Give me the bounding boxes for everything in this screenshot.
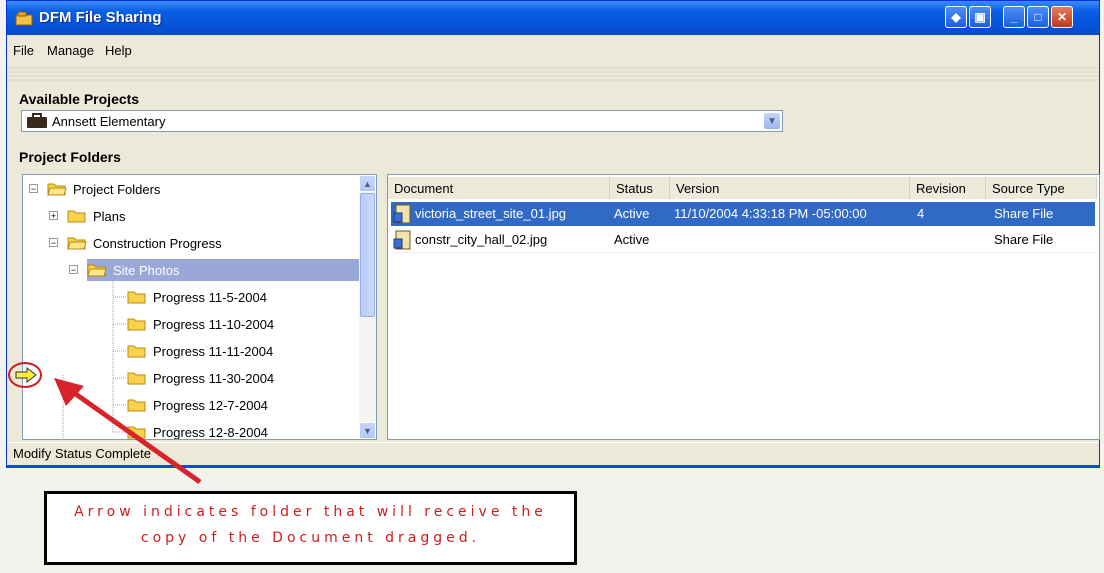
column-header-status[interactable]: Status	[610, 177, 670, 199]
menu-file[interactable]: File	[13, 43, 34, 58]
document-status: Active	[614, 232, 650, 247]
window-title: DFM File Sharing	[39, 9, 162, 26]
available-projects-label: Available Projects	[19, 91, 140, 107]
menu-help[interactable]: Help	[105, 43, 132, 58]
document-source-type: Share File	[994, 206, 1054, 221]
document-version: 11/10/2004 4:33:18 PM -05:00:00	[674, 206, 867, 221]
project-select-value: Annsett Elementary	[52, 114, 166, 129]
document-icon	[393, 204, 411, 224]
maximize-button[interactable]: □	[1027, 6, 1049, 28]
briefcase-icon	[27, 113, 47, 128]
document-icon	[393, 230, 411, 250]
document-source-type: Share File	[994, 232, 1054, 247]
menu-bar: File Manage Help	[7, 35, 1099, 65]
toolbar-stripe	[7, 65, 1099, 81]
column-header-document[interactable]: Document	[388, 177, 610, 199]
document-name: victoria_street_site_01.jpg	[415, 206, 567, 221]
title-bar[interactable]: DFM File Sharing ◆ ▣ _ □ ✕	[7, 1, 1099, 35]
project-select[interactable]: Annsett Elementary ▼	[21, 110, 783, 132]
annotation-callout: Arrow indicates folder that will receive…	[44, 491, 577, 565]
scroll-down-icon[interactable]: ▼	[359, 422, 376, 439]
dock-button[interactable]: ▣	[969, 6, 991, 28]
document-row[interactable]: victoria_street_site_01.jpg Active 11/10…	[391, 202, 1095, 226]
drop-target-arrow-icon	[15, 367, 37, 383]
scroll-up-icon[interactable]: ▲	[359, 175, 376, 192]
callout-line-2: copy of the Document dragged.	[140, 530, 481, 546]
scroll-thumb[interactable]	[360, 193, 375, 317]
column-header-source-type[interactable]: Source Type	[986, 177, 1097, 199]
annotation-pointer-arrow	[54, 378, 202, 485]
restore-alt-button[interactable]: ◆	[945, 6, 967, 28]
chevron-down-icon[interactable]: ▼	[764, 113, 780, 129]
document-status: Active	[614, 206, 650, 221]
document-name: constr_city_hall_02.jpg	[415, 232, 548, 247]
document-revision: 4	[917, 206, 925, 221]
project-folders-label: Project Folders	[19, 149, 121, 165]
menu-manage[interactable]: Manage	[47, 43, 94, 58]
callout-line-1: Arrow indicates folder that will receive…	[74, 504, 547, 520]
column-header-version[interactable]: Version	[670, 177, 910, 199]
document-list[interactable]: Document Status Version Revision Source …	[387, 174, 1100, 440]
tree-scrollbar[interactable]: ▲ ▼	[359, 175, 376, 439]
minimize-button[interactable]: _	[1003, 6, 1025, 28]
close-button[interactable]: ✕	[1051, 6, 1073, 28]
document-row[interactable]: constr_city_hall_02.jpg Active Share Fil…	[391, 228, 1095, 253]
column-header-revision[interactable]: Revision	[910, 177, 986, 199]
app-icon	[15, 11, 33, 26]
